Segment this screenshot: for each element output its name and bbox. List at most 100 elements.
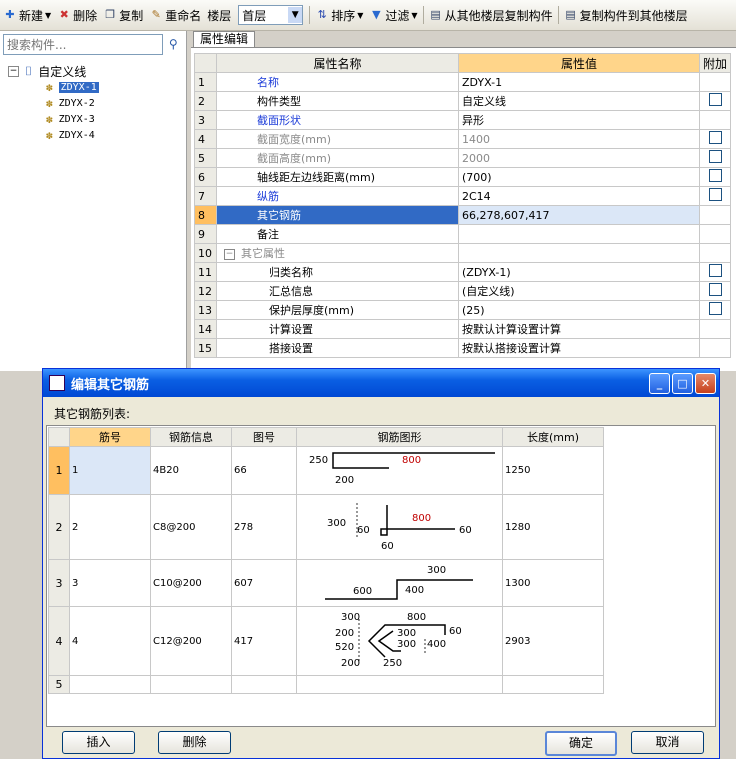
separator [309,6,311,24]
insert-button[interactable]: 插入 [62,731,135,754]
copy-from-floor-icon: ▤ [430,8,441,21]
rebar-shape-cell[interactable]: 250 800 200 [296,446,503,495]
table-row[interactable]: 13 保护层厚度(mm) (25) [194,300,732,320]
filter-button[interactable]: ▼ 过滤 ▼ [366,4,420,26]
copy-icon: ❐ [105,8,116,21]
property-panel: 属性编辑 属性名称 属性值 附加 1 名称 ZDYX-1 2 构件类型 自定义线 3 截面… [191,31,736,371]
table-row[interactable]: 2 构件类型 自定义线 [194,91,732,111]
tree-item[interactable]: ✽ ZDYX-3 [46,111,99,127]
close-icon[interactable]: ✕ [695,373,716,394]
cancel-button[interactable]: 取消 [631,731,704,754]
tree-root[interactable]: − ⌷ 自定义线 [8,63,99,79]
checkbox[interactable] [708,169,722,182]
rebar-shape-417: 300 800 60 200 300 520 300 400 200 250 [297,607,502,675]
folder-icon: ⌷ [25,63,33,78]
tree-item[interactable]: ✽ ZDYX-1 [46,79,99,95]
new-button[interactable]: ✚ 新建 ▼ [0,4,54,26]
rebar-shape-cell[interactable]: 300 60 800 60 60 [296,494,503,560]
rebar-header: 筋号 钢筋信息 图号 钢筋图形 长度(mm) [48,427,604,447]
rebar-table: 筋号 钢筋信息 图号 钢筋图形 长度(mm) 1 1 4B20 66 250 8… [48,427,604,694]
separator [557,6,559,24]
table-row[interactable]: 3 3 C10@200 607 300 600 400 1300 [48,559,604,607]
checkbox[interactable] [708,302,722,315]
maximize-icon[interactable]: □ [672,373,693,394]
component-icon: ✽ [46,80,53,94]
header-no: 筋号 [69,427,151,447]
rebar-table-area: 筋号 钢筋信息 图号 钢筋图形 长度(mm) 1 1 4B20 66 250 8… [46,425,716,727]
rebar-shape-drawing [325,579,473,600]
copy-button[interactable]: ❐ 复制 [100,4,146,26]
search-input[interactable] [3,34,164,55]
property-header: 属性名称 属性值 附加 [194,53,732,73]
search-box: ⚲ [3,34,183,55]
app-icon [49,375,65,391]
checkbox[interactable] [708,150,722,163]
table-row[interactable]: 15 搭接设置 按默认搭接设置计算 [194,338,732,358]
rebar-shape-278: 300 60 800 60 60 [297,495,502,559]
component-tree: − ⌷ 自定义线 ✽ ZDYX-1 ✽ ZDYX-2 ✽ ZDYX-3 ✽ ZDYX-4 [8,63,99,143]
header-name: 属性名称 [216,53,459,73]
tree-item[interactable]: ✽ ZDYX-4 [46,127,99,143]
sort-icon: ⇅ [317,8,327,21]
collapse-icon[interactable]: − [8,65,19,77]
table-row[interactable]: 7 纵筋 2C14 [194,186,732,206]
copy-from-floor-button[interactable]: ▤ 从其他楼层复制构件 [426,4,556,26]
table-row[interactable]: 2 2 C8@200 278 300 60 800 60 60 1280 [48,494,604,560]
delete-row-button[interactable]: 删除 [158,731,231,754]
checkbox[interactable] [708,188,722,201]
table-row[interactable]: 5 截面高度(mm) 2000 [194,148,732,168]
ok-button[interactable]: 确定 [545,731,617,756]
table-row[interactable]: 3 截面形状 异形 [194,110,732,130]
rebar-shape-cell[interactable]: 300 800 60 200 300 520 300 400 200 250 [296,606,503,676]
component-icon: ✽ [46,128,53,142]
floor-label: 楼层 [207,8,232,23]
tree-item[interactable]: ✽ ZDYX-2 [46,95,99,111]
header-shape: 钢筋图形 [296,427,503,447]
toolbar: ✚ 新建 ▼ ✖ 删除 ❐ 复制 ✎ 重命名 楼层 首层 ▼ ⇅ 排序 ▼ ▼ 过滤 ▼ ▤ 从其他楼… [0,0,736,31]
delete-button[interactable]: ✖ 删除 [54,4,100,26]
new-icon: ✚ [5,8,15,21]
table-row[interactable]: 11 归类名称 (ZDYX-1) [194,262,732,282]
rebar-shape-cell[interactable]: 300 600 400 [296,559,503,607]
checkbox[interactable] [708,283,722,296]
collapse-icon[interactable]: − [224,248,235,260]
checkbox[interactable] [708,131,722,144]
component-panel: ⚲ − ⌷ 自定义线 ✽ZDYX-1 ✽ZDYX-2 ✽ZDYX-3 ✽ZDYX… [0,31,187,371]
edit-rebar-dialog: 编辑其它钢筋 _ □ ✕ 其它钢筋列表: 筋号 钢筋信息 图号 钢筋图形 长度(… [42,368,720,759]
header-extra: 附加 [698,53,732,73]
copy-to-floor-button[interactable]: ▤ 复制构件到其他楼层 [561,4,691,26]
table-row[interactable]: 12 汇总信息 (自定义线) [194,281,732,301]
table-row-group[interactable]: 10− 其它属性 [194,243,732,263]
component-icon: ✽ [46,112,53,126]
delete-icon: ✖ [59,8,69,21]
table-row[interactable]: 1 1 4B20 66 250 800 200 1250 [48,446,604,495]
sort-button[interactable]: ⇅ 排序 ▼ [312,4,366,26]
table-row[interactable]: 5 [48,675,604,694]
table-row[interactable]: 9 备注 [194,224,732,244]
tab-bar: 属性编辑 [191,31,736,48]
component-icon: ✽ [46,96,53,110]
rebar-list-label: 其它钢筋列表: [54,407,131,421]
table-row[interactable]: 4 4 C12@200 417 300 800 60 200 300 520 3… [48,606,604,676]
tab-property-edit[interactable]: 属性编辑 [193,31,256,47]
table-row[interactable]: 1 名称 ZDYX-1 [194,72,732,92]
header-info: 钢筋信息 [150,427,232,447]
header-length: 长度(mm) [502,427,604,447]
separator [422,6,424,24]
property-table: 属性名称 属性值 附加 1 名称 ZDYX-1 2 构件类型 自定义线 3 截面形状 异形 … [194,53,732,358]
checkbox[interactable] [708,264,722,277]
header-shape-no: 图号 [231,427,297,447]
checkbox[interactable] [708,93,722,106]
table-row-selected[interactable]: 8 其它钢筋 66,278,607,417 [194,205,732,225]
filter-icon: ▼ [372,8,381,21]
rebar-shape-607: 300 600 400 [297,560,502,606]
dialog-title-bar[interactable]: 编辑其它钢筋 _ □ ✕ [43,369,719,397]
table-row[interactable]: 6 轴线距左边线距离(mm) (700) [194,167,732,187]
search-icon[interactable]: ⚲ [163,34,183,55]
table-row[interactable]: 4 截面宽度(mm) 1400 [194,129,732,149]
floor-select[interactable]: 首层 ▼ [238,5,304,25]
rename-button[interactable]: ✎ 重命名 [146,4,204,26]
minimize-icon[interactable]: _ [649,373,670,394]
table-row[interactable]: 14 计算设置 按默认计算设置计算 [194,319,732,339]
rebar-shape-66: 250 800 200 [297,447,502,494]
